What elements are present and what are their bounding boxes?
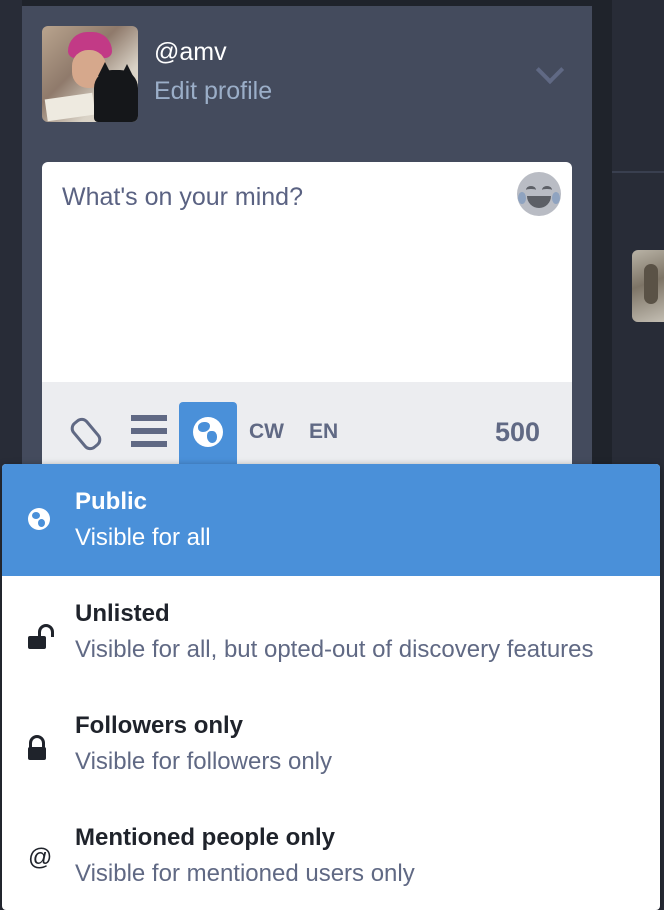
privacy-dropdown: Public Visible for all Unlisted Visible … bbox=[2, 464, 660, 910]
poll-icon[interactable] bbox=[131, 415, 167, 447]
media-thumbnail[interactable] bbox=[632, 250, 664, 322]
privacy-option-mentioned[interactable]: @ Mentioned people only Visible for ment… bbox=[2, 800, 660, 910]
option-description: Visible for all bbox=[75, 524, 211, 551]
option-title: Public bbox=[75, 488, 148, 515]
globe-icon bbox=[193, 417, 223, 447]
option-title: Unlisted bbox=[75, 600, 170, 627]
lock-icon bbox=[28, 734, 56, 762]
option-description: Visible for all, but opted-out of discov… bbox=[75, 636, 594, 663]
emoji-picker-icon[interactable] bbox=[517, 172, 561, 216]
option-description: Visible for followers only bbox=[75, 748, 333, 775]
language-button[interactable]: EN bbox=[309, 420, 338, 444]
globe-icon bbox=[28, 508, 50, 530]
content-warning-button[interactable]: CW bbox=[249, 420, 284, 444]
edit-profile-link[interactable]: Edit profile bbox=[154, 77, 272, 106]
privacy-option-unlisted[interactable]: Unlisted Visible for all, but opted-out … bbox=[2, 576, 660, 688]
profile-username[interactable]: @amv bbox=[154, 38, 227, 67]
option-title: Followers only bbox=[75, 712, 244, 739]
compose-placeholder: What's on your mind? bbox=[62, 183, 303, 211]
compose-toolbar bbox=[42, 382, 572, 464]
unlock-icon bbox=[28, 622, 56, 650]
privacy-button[interactable] bbox=[179, 402, 237, 464]
character-counter: 500 bbox=[495, 417, 541, 447]
option-title: Mentioned people only bbox=[75, 824, 336, 851]
option-description: Visible for mentioned users only bbox=[75, 860, 415, 887]
privacy-option-public[interactable]: Public Visible for all bbox=[2, 464, 660, 576]
privacy-option-followers[interactable]: Followers only Visible for followers onl… bbox=[2, 688, 660, 800]
avatar[interactable] bbox=[42, 26, 138, 122]
right-column-divider bbox=[612, 171, 664, 173]
at-icon: @ bbox=[28, 844, 53, 871]
